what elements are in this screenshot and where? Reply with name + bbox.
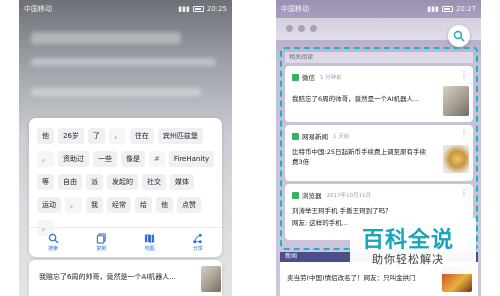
post-time: 1 分钟前 <box>320 75 342 81</box>
card-thumbnail <box>443 86 469 116</box>
text-chip[interactable]: 经常 <box>107 197 131 213</box>
carrier-label: 中国移动 <box>281 5 309 13</box>
search-icon <box>453 30 465 42</box>
status-bar: 中国移动 ▮▮▮ 20:27 <box>276 0 481 18</box>
text-chip[interactable]: 了 <box>87 128 105 144</box>
map-action-button[interactable]: 地图 <box>144 233 155 252</box>
app-icon <box>292 73 299 81</box>
copy-icon <box>96 233 106 244</box>
status-bar: 中国移动 ▮▮▮ 20:25 <box>19 0 232 18</box>
news-thumbnail <box>201 266 221 292</box>
text-chip[interactable]: 。 <box>37 151 54 167</box>
more-options-icon[interactable]: ⋮ <box>460 71 468 79</box>
text-chip[interactable]: 发起的 <box>107 174 138 190</box>
search-action-label: 搜索 <box>48 246 59 252</box>
map-action-label: 地图 <box>144 246 155 252</box>
top-strip-icons <box>286 25 317 32</box>
app-icon <box>292 132 299 140</box>
text-chip[interactable]: 住在 <box>129 128 154 144</box>
text-chip[interactable]: 派 <box>86 174 103 190</box>
text-chip[interactable]: 运动 <box>37 197 61 213</box>
card-title: 我赔忘了6周的帅哥，竟然是一个AI机器人... <box>292 95 420 103</box>
share-icon <box>193 233 203 244</box>
more-options-icon[interactable]: ⋮ <box>460 189 468 197</box>
card-title: 比特币中国:25日起新币手续费上调至原有手续费3倍 <box>292 148 426 166</box>
text-chip[interactable]: 我 <box>86 197 103 213</box>
battery-icon <box>192 6 204 12</box>
text-chip[interactable]: 自由 <box>58 174 82 190</box>
text-chip[interactable]: 26岁 <box>58 128 84 144</box>
text-chip[interactable]: 。 <box>65 197 82 213</box>
app-name: 网易新闻 <box>302 133 328 141</box>
app-icon <box>292 191 299 199</box>
text-chip[interactable]: ， <box>108 128 126 144</box>
feed-header: 相关阅读 <box>285 52 473 63</box>
carrier-label: 中国移动 <box>24 5 52 13</box>
text-chip[interactable]: FireHanity <box>168 151 215 167</box>
text-action-toolbar: 搜索 复制 地图 分享 <box>29 227 222 257</box>
signal-icon: ▮▮▮ <box>178 5 190 13</box>
screenshot-root: 中国移动 ▮▮▮ 20:25 他 26岁了，住在 宾州匹兹堡。资助过 一些 像是 # Fir… <box>0 0 500 296</box>
text-chip[interactable]: 点赞 <box>177 197 201 213</box>
news-card[interactable]: 我赔忘了6周的帅哥，竟然是一个AI机器人... <box>29 260 222 296</box>
text-chip[interactable]: 资助过 <box>58 151 89 167</box>
watermark-title: 百科全说 <box>362 228 455 253</box>
feed-card-netease[interactable]: 网易新闻 1 天前 ⋮ 比特币中国:25日起新币手续费上调至原有手续费3倍 <box>285 125 473 181</box>
map-icon <box>145 233 155 244</box>
circle-icon[interactable] <box>298 25 305 32</box>
blurred-content <box>31 58 216 66</box>
feed-card-wechat[interactable]: 微信 1 分钟前 ⋮ 我赔忘了6周的帅哥，竟然是一个AI机器人... <box>285 66 473 122</box>
search-action-button[interactable]: 搜索 <box>48 233 59 252</box>
copy-action-button[interactable]: 复制 <box>96 233 107 252</box>
text-chip[interactable]: 他 <box>37 128 54 144</box>
blurred-content <box>31 88 201 96</box>
post-time: 1 天前 <box>333 134 350 140</box>
text-chip[interactable]: 一些 <box>93 151 117 167</box>
card-subtitle: 网友: 这样的手机... <box>292 219 348 227</box>
more-options-icon[interactable]: ⋮ <box>460 130 468 138</box>
text-chip[interactable]: 给 <box>135 197 152 213</box>
pin-icon[interactable] <box>310 25 317 32</box>
app-name: 浏览器 <box>302 192 322 200</box>
signal-icon: ▮▮▮ <box>427 5 439 13</box>
gear-icon[interactable] <box>286 25 293 32</box>
watermark-subtitle: 助你轻松解决 <box>372 253 444 266</box>
share-action-button[interactable]: 分享 <box>192 233 203 252</box>
blurred-content <box>31 32 181 44</box>
text-chip[interactable]: 媒体 <box>170 174 194 190</box>
share-action-label: 分享 <box>192 246 203 252</box>
clock: 20:27 <box>455 5 476 13</box>
text-chip[interactable]: 他 <box>156 197 173 213</box>
post-time: 2017年10月11日 <box>326 193 372 199</box>
left-phone-screen: 中国移动 ▮▮▮ 20:25 他 26岁了，住在 宾州匹兹堡。资助过 一些 像是 # Fir… <box>19 0 232 296</box>
text-selection-panel: 他 26岁了，住在 宾州匹兹堡。资助过 一些 像是 # FireHanity 等自由派发起的社… <box>29 118 222 257</box>
news-title: 我赔忘了6周的帅哥，竟然是一个AI机器人... <box>39 273 176 281</box>
text-chip-list: 他 26岁了，住在 宾州匹兹堡。资助过 一些 像是 # FireHanity 等自由派发起的社… <box>37 128 217 236</box>
battery-icon <box>441 6 453 12</box>
text-chip[interactable]: 等 <box>37 174 54 190</box>
card-title: 刘涛举王珂手机 手撕王珂到了吗？ <box>292 207 392 215</box>
app-name: 微信 <box>302 74 315 82</box>
search-icon <box>48 233 59 244</box>
text-chip[interactable]: # <box>149 151 165 167</box>
text-chip[interactable]: 社交 <box>142 174 166 190</box>
copy-action-label: 复制 <box>96 246 107 252</box>
text-chip[interactable]: 像是 <box>121 151 145 167</box>
card-thumbnail <box>443 145 469 173</box>
clock: 20:25 <box>206 5 227 13</box>
watermark: 百科全说 助你轻松解决 <box>350 218 476 274</box>
text-chip[interactable]: 宾州匹兹堡 <box>157 128 203 144</box>
search-button[interactable] <box>448 25 470 47</box>
